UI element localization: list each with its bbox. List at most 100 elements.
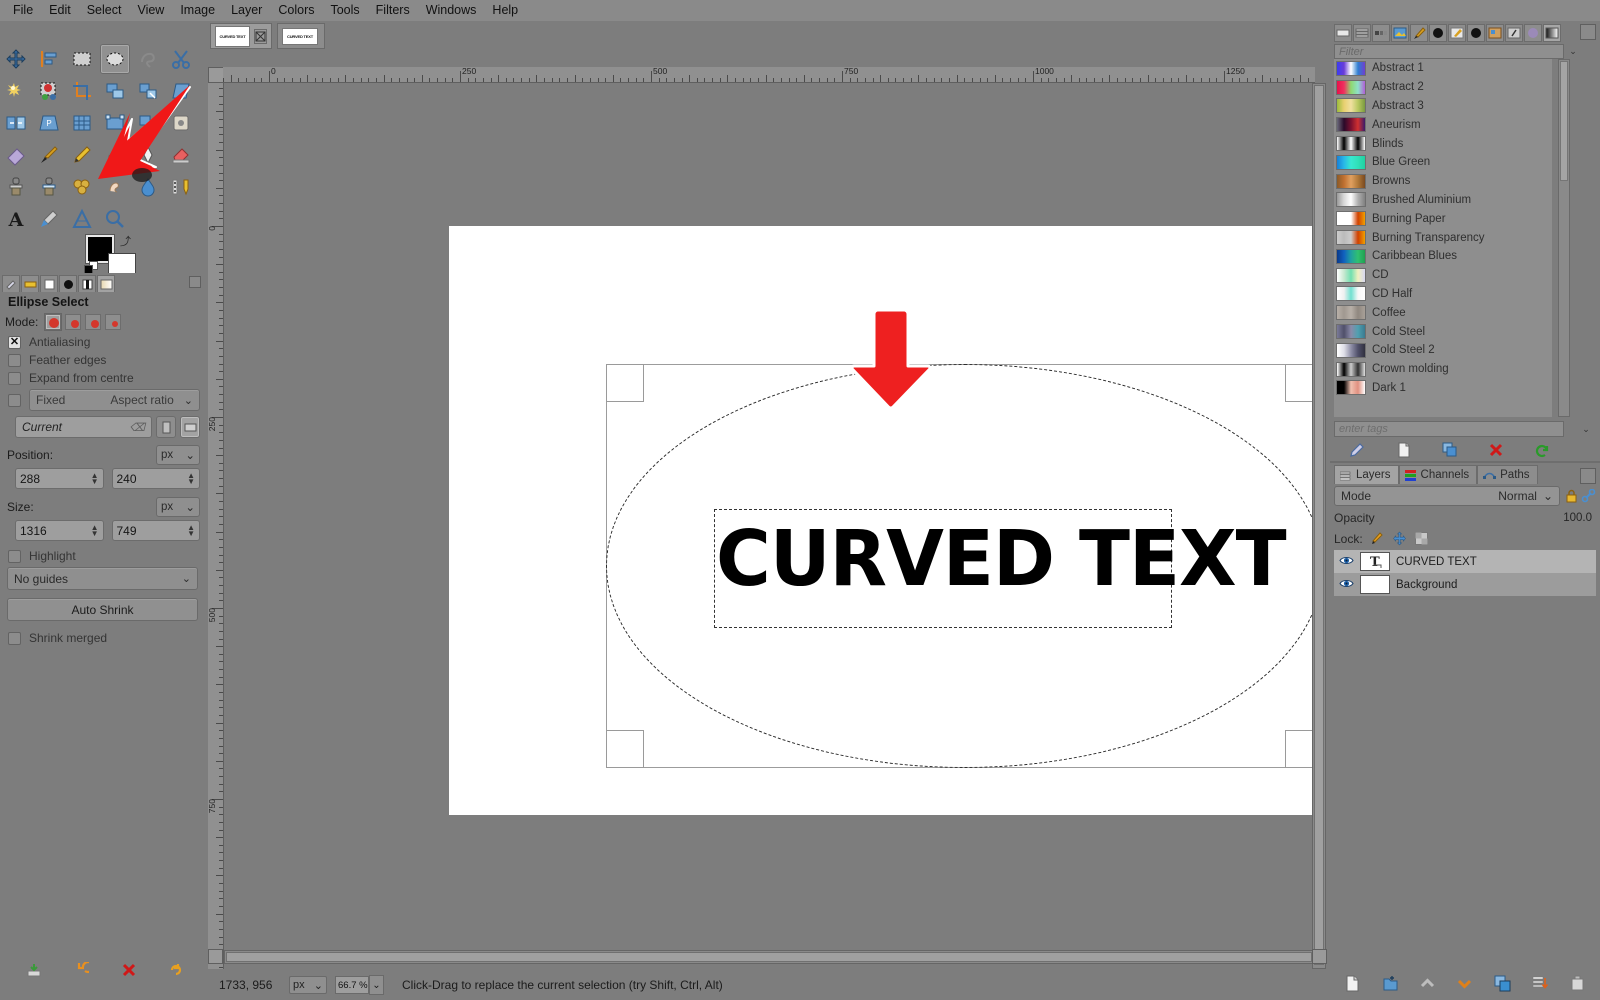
- vertical-ruler[interactable]: -250025050075010001250: [208, 83, 224, 969]
- clone-tool[interactable]: [2, 173, 30, 201]
- dock-tab-device-status-icon[interactable]: [1353, 24, 1371, 42]
- gradient-list-item[interactable]: Brushed Aluminium: [1334, 191, 1552, 210]
- delete-tool-preset-icon[interactable]: [121, 962, 137, 978]
- spinner-arrows-icon[interactable]: ▲▼: [187, 473, 195, 485]
- blend-tool[interactable]: [2, 141, 30, 169]
- vscroll-thumb[interactable]: [1314, 85, 1324, 965]
- lock-alpha-toggle-icon[interactable]: [1564, 489, 1579, 504]
- mode-replace-selection[interactable]: [45, 314, 61, 330]
- menu-filters[interactable]: Filters: [368, 1, 418, 20]
- gradient-list-item[interactable]: Crown molding: [1334, 360, 1552, 379]
- selection-handle-bottom-left[interactable]: [606, 730, 644, 768]
- auto-shrink-button[interactable]: Auto Shrink: [7, 598, 198, 621]
- free-select-tool[interactable]: [134, 45, 162, 73]
- quick-mask-toggle[interactable]: [208, 949, 223, 964]
- chevron-down-icon[interactable]: ⌄: [369, 975, 384, 995]
- gradient-list-item[interactable]: Abstract 2: [1334, 78, 1552, 97]
- dock-tab-undo-history[interactable]: [40, 275, 58, 292]
- dock-tab-tool-options-icon[interactable]: [1334, 24, 1352, 42]
- image-tab-2[interactable]: CURVED TEXT: [277, 23, 325, 49]
- layer-visibility-icon[interactable]: [1339, 577, 1354, 593]
- canvas-vertical-scrollbar[interactable]: [1312, 83, 1326, 969]
- shrink-merged-checkbox[interactable]: [8, 632, 21, 645]
- menu-view[interactable]: View: [129, 1, 172, 20]
- feather-edges-row[interactable]: Feather edges: [8, 353, 200, 367]
- layer-row[interactable]: TCURVED TEXT: [1334, 550, 1596, 573]
- fixed-checkbox[interactable]: [8, 394, 21, 407]
- dock-tab-tool-options[interactable]: [2, 275, 20, 292]
- navigation-preview-button[interactable]: [1312, 949, 1327, 964]
- color-picker-tool[interactable]: [35, 205, 63, 233]
- position-unit-select[interactable]: px ⌄: [156, 445, 200, 465]
- selection-handle-top-left[interactable]: [606, 364, 644, 402]
- alignment-tool[interactable]: [35, 45, 63, 73]
- gradient-list-scrollbar[interactable]: [1558, 59, 1570, 417]
- gradient-list-item[interactable]: Burning Paper: [1334, 209, 1552, 228]
- menu-tools[interactable]: Tools: [322, 1, 367, 20]
- spinner-arrows-icon[interactable]: ▲▼: [91, 473, 99, 485]
- layers-dock-menu-button[interactable]: [1580, 468, 1596, 484]
- size-unit-select[interactable]: px ⌄: [156, 497, 200, 517]
- fixed-aspect-combo[interactable]: Fixed Aspect ratio ⌄: [29, 389, 200, 411]
- dock-tab-patterns[interactable]: [78, 275, 96, 292]
- position-y-input[interactable]: 240 ▲▼: [112, 468, 201, 489]
- menu-image[interactable]: Image: [172, 1, 223, 20]
- dock-tab-undo-history-icon[interactable]: [1372, 24, 1390, 42]
- guides-select[interactable]: No guides ⌄: [7, 567, 198, 590]
- dock-tab-brushes[interactable]: [59, 275, 77, 292]
- gradient-list-item[interactable]: Blinds: [1334, 134, 1552, 153]
- gradient-list-item[interactable]: Caribbean Blues: [1334, 247, 1552, 266]
- flip-tool[interactable]: [2, 109, 30, 137]
- dock-tab-gradients[interactable]: [97, 275, 115, 292]
- spinner-arrows-icon[interactable]: ▲▼: [91, 525, 99, 537]
- size-height-input[interactable]: 749 ▲▼: [112, 520, 201, 541]
- menu-edit[interactable]: Edit: [41, 1, 79, 20]
- dock-tab-palettes-icon[interactable]: [1486, 24, 1504, 42]
- layer-row[interactable]: Background: [1334, 573, 1596, 596]
- image-tab-1-close-icon[interactable]: [254, 29, 267, 44]
- lock-position-icon[interactable]: [1392, 531, 1407, 546]
- highlight-checkbox[interactable]: [8, 550, 21, 563]
- gradient-tags-input[interactable]: enter tags: [1334, 421, 1564, 437]
- delete-layer-button[interactable]: [1559, 975, 1596, 992]
- expand-from-centre-checkbox[interactable]: [8, 372, 21, 385]
- save-tool-preset-icon[interactable]: [26, 962, 42, 978]
- gradient-list-item[interactable]: Cold Steel: [1334, 322, 1552, 341]
- gradient-list-item[interactable]: Aneurism: [1334, 115, 1552, 134]
- anchor-layer-button[interactable]: [1521, 975, 1558, 992]
- layer-mode-select[interactable]: Mode Normal ⌄: [1334, 486, 1560, 506]
- lock-pixels-icon[interactable]: [1370, 531, 1385, 546]
- dock-tab-dynamics-icon[interactable]: [1429, 24, 1447, 42]
- gradient-list-item[interactable]: Coffee: [1334, 303, 1552, 322]
- fuzzy-select-tool[interactable]: [2, 77, 30, 105]
- gradient-list-item[interactable]: Blue Green: [1334, 153, 1552, 172]
- aspect-ratio-input[interactable]: Current ⌫: [15, 416, 152, 438]
- ruler-origin-button[interactable]: [208, 67, 224, 83]
- dock-tab-patterns-icon[interactable]: [1467, 24, 1485, 42]
- image-canvas[interactable]: CURVED TEXT: [449, 226, 1316, 815]
- menu-layer[interactable]: Layer: [223, 1, 270, 20]
- perspective-tool[interactable]: P: [35, 109, 63, 137]
- raise-layer-button[interactable]: [1409, 975, 1446, 992]
- image-tab-1[interactable]: CURVED TEXT: [210, 23, 272, 49]
- close-tool-options-icon[interactable]: [189, 276, 201, 288]
- mode-intersect-with-selection[interactable]: [105, 314, 121, 330]
- paintbrush-tool[interactable]: [35, 141, 63, 169]
- highlight-row[interactable]: Highlight: [8, 549, 200, 563]
- canvas-viewport[interactable]: CURVED TEXT: [224, 83, 1316, 969]
- landscape-orientation-button[interactable]: [180, 416, 200, 438]
- dock-tab-device-status[interactable]: [21, 275, 39, 292]
- tab-channels[interactable]: Channels: [1399, 465, 1478, 484]
- feather-edges-checkbox[interactable]: [8, 354, 21, 367]
- gradient-list-item[interactable]: Burning Transparency: [1334, 228, 1552, 247]
- portrait-orientation-button[interactable]: [156, 416, 176, 438]
- move-tool[interactable]: [2, 45, 30, 73]
- measure-tool[interactable]: [68, 205, 96, 233]
- gradient-list-item[interactable]: CD: [1334, 266, 1552, 285]
- reset-tool-options-icon[interactable]: [168, 962, 184, 978]
- select-by-color-tool[interactable]: [35, 77, 63, 105]
- dock-tab-gradients-active-icon[interactable]: [1543, 24, 1561, 42]
- status-unit-select[interactable]: px ⌄: [289, 976, 327, 994]
- layer-visibility-icon[interactable]: [1339, 554, 1354, 570]
- gradient-list-item[interactable]: Dark 1: [1334, 379, 1552, 398]
